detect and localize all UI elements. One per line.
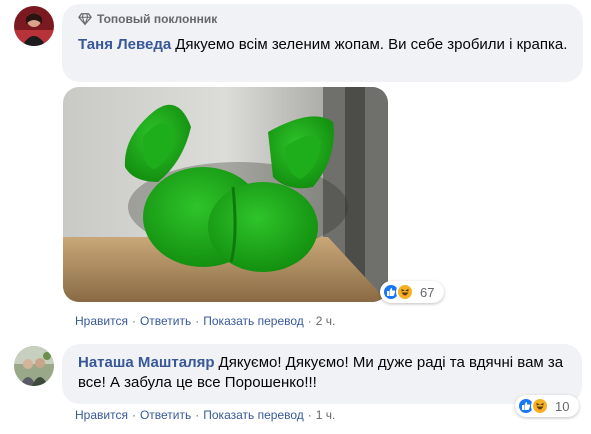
separator: · xyxy=(131,314,136,328)
timestamp[interactable]: 2 ч. xyxy=(316,314,336,328)
reactions-summary[interactable]: 10 xyxy=(515,395,579,417)
comment-bubble: Наташа Машталяр Дякуємо! Дякуємо! Ми дуже… xyxy=(62,344,582,404)
show-translation-link[interactable]: Показать перевод xyxy=(203,408,304,422)
comment-actions: Нравится · Ответить · Показать перевод ·… xyxy=(75,313,335,329)
haha-reaction-icon xyxy=(531,397,549,415)
comment-body: Дякуемо всім зеленим жопам. Ви себе зроб… xyxy=(175,36,568,53)
separator: · xyxy=(307,314,312,328)
comment-text: Наташа Машталяр Дякуємо! Дякуємо! Ми дуже… xyxy=(74,353,569,393)
badge-label: Топовый поклонник xyxy=(97,12,218,26)
comment-text: Таня Леведа Дякуемо всім зеленим жопам. В… xyxy=(74,35,569,55)
diamond-icon xyxy=(78,12,92,26)
author-name-link[interactable]: Наташа Машталяр xyxy=(78,354,215,371)
separator: · xyxy=(195,408,200,422)
timestamp[interactable]: 1 ч. xyxy=(316,408,336,422)
comment-actions: Нравится · Ответить · Показать перевод ·… xyxy=(75,407,335,423)
separator: · xyxy=(195,314,200,328)
author-name-link[interactable]: Таня Леведа xyxy=(78,36,171,53)
reactions-summary[interactable]: 67 xyxy=(380,281,444,303)
haha-reaction-icon xyxy=(396,283,414,301)
reaction-count: 67 xyxy=(420,284,435,300)
reply-link[interactable]: Ответить xyxy=(140,408,191,422)
separator: · xyxy=(307,408,312,422)
like-link[interactable]: Нравится xyxy=(75,314,128,328)
comment-bubble: Топовый поклонник Таня Леведа Дякуемо всі… xyxy=(62,4,583,82)
like-link[interactable]: Нравится xyxy=(75,408,128,422)
show-translation-link[interactable]: Показать перевод xyxy=(203,314,304,328)
reaction-count: 10 xyxy=(555,398,570,414)
commenter-avatar[interactable] xyxy=(14,6,54,46)
commenter-avatar[interactable] xyxy=(14,346,54,386)
separator: · xyxy=(131,408,136,422)
top-fan-badge: Топовый поклонник xyxy=(78,11,571,27)
reply-link[interactable]: Ответить xyxy=(140,314,191,328)
comment-photo[interactable] xyxy=(63,87,388,302)
